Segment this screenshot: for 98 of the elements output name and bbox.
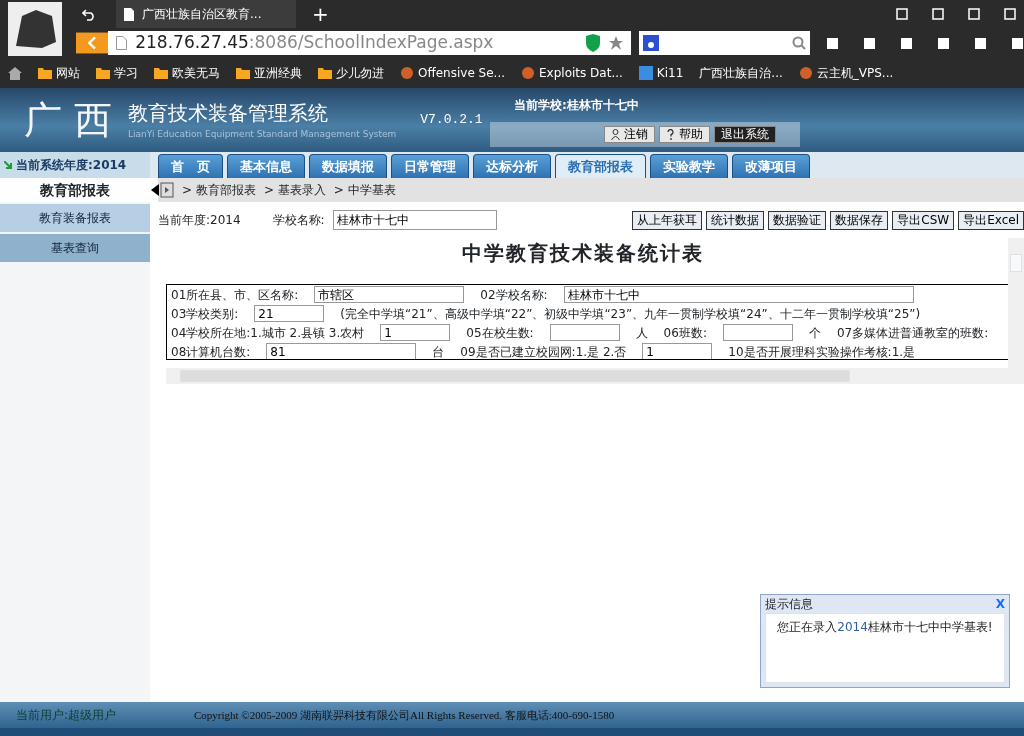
help-icon: [666, 129, 675, 140]
folder-icon: [318, 66, 332, 80]
home-icon[interactable]: [8, 66, 22, 80]
year-label: 当前年度:2014: [158, 212, 241, 229]
bookmark[interactable]: 亚洲经典: [236, 64, 302, 82]
form-label: 02学校名称:: [480, 286, 548, 304]
toolbar-button[interactable]: 从上年获耳: [632, 210, 703, 230]
bookmark[interactable]: 云主机_VPS...: [798, 64, 894, 82]
nav-tab[interactable]: 实验教学: [650, 153, 728, 178]
bookmark[interactable]: Offensive Se...: [400, 64, 506, 82]
school-label: 学校名称:: [272, 212, 325, 229]
input-field[interactable]: 1: [642, 343, 713, 359]
unit-label: 个: [808, 324, 821, 342]
unit-label: 台: [432, 343, 445, 359]
toolbar-button[interactable]: 统计数据: [706, 210, 765, 230]
nav-tab[interactable]: 数据填报: [309, 153, 387, 178]
ct-icon: [638, 66, 653, 80]
input-field[interactable]: [549, 324, 620, 341]
folder-icon: [236, 66, 250, 80]
bookmark[interactable]: Ki11: [638, 64, 684, 82]
nav-tab[interactable]: 日常管理: [391, 153, 469, 178]
nav-tab[interactable]: 教育部报表: [555, 153, 646, 178]
copyright-text: Copyright ©2005-2009 湖南联羿科技有限公司All Rights Reserved. 客服电话:400-690-1580: [192, 709, 616, 721]
form-label: 07多媒体进普通教室的班数:: [836, 324, 989, 342]
version-text: V7.0.2.1: [420, 111, 483, 130]
page-icon: [124, 7, 134, 21]
input-field[interactable]: 1: [380, 324, 451, 341]
nav-tab[interactable]: 基本信息: [227, 153, 305, 178]
nav-tab[interactable]: 首 页: [158, 153, 223, 178]
logout-button[interactable]: 注销: [604, 126, 655, 143]
form-label: 04学校所在地:1.城市 2.县镇 3.农村: [171, 324, 365, 342]
person-icon: [611, 129, 620, 140]
toolbar-button[interactable]: 导出CSW: [892, 210, 955, 230]
shield-icon: [584, 34, 601, 52]
breadcrumb-item[interactable]: > 教育部报表: [182, 181, 256, 199]
browser-tab[interactable]: 广西壮族自治区教育...: [116, 0, 296, 28]
site-icon: [400, 66, 414, 80]
paw-icon: [642, 35, 659, 51]
url-text: 218.76.27.45:8086/SchoolIndexPage.aspx: [135, 31, 495, 55]
bookmark[interactable]: 学习: [96, 64, 138, 82]
site-icon: [798, 66, 813, 80]
notice-message: 您正在录入2014桂林市十七中中学基表!: [765, 613, 1005, 683]
toolbar-button[interactable]: 导出Excel: [958, 210, 1024, 230]
folder-icon: [38, 66, 52, 80]
nav-tab[interactable]: 达标分析: [473, 153, 551, 178]
bookmark[interactable]: Exploits Dat...: [521, 64, 623, 82]
bookmark[interactable]: 广西壮族自治...: [699, 64, 783, 82]
exit-button[interactable]: 退出系统: [714, 126, 776, 143]
site-icon: [521, 66, 536, 80]
back-button[interactable]: [75, 32, 109, 54]
year-label: 当前系统年度:2014: [16, 157, 127, 174]
vertical-scrollbar[interactable]: [1008, 238, 1024, 368]
system-subtitle: LianYi Education Equipment Standard Management System: [128, 128, 397, 142]
close-button[interactable]: X: [995, 595, 1005, 613]
input-field[interactable]: 市辖区: [314, 286, 465, 303]
collapse-toggle-icon[interactable]: [150, 182, 174, 198]
form-label: 05在校生数:: [466, 324, 534, 342]
input-field[interactable]: 21: [254, 305, 325, 322]
form-label: 01所在县、市、区名称:: [171, 286, 299, 304]
address-bar[interactable]: 218.76.27.45:8086/SchoolIndexPage.aspx: [108, 31, 631, 55]
new-tab-button[interactable]: +: [312, 0, 329, 29]
input-field[interactable]: [722, 324, 793, 341]
form-title: 中学教育技术装备统计表: [461, 240, 705, 267]
bookmark[interactable]: 欧美无马: [154, 64, 220, 82]
current-school: 当前学校:桂林市十七中: [513, 97, 640, 114]
bookmark[interactable]: 少儿勿进: [318, 64, 384, 82]
bookmark[interactable]: 网站: [38, 64, 80, 82]
help-button[interactable]: 帮助: [659, 126, 710, 143]
sidebar-title: 教育部报表: [0, 178, 150, 202]
form-label: 08计算机台数:: [171, 343, 251, 359]
logo-text: 广 西: [24, 96, 113, 144]
toolbar-button[interactable]: 数据验证: [768, 210, 827, 230]
form-label: 09是否已建立校园网:1.是 2.否: [460, 343, 627, 359]
sidebar-item[interactable]: 教育装备报表: [0, 204, 150, 232]
current-user: 当前用户:超级用户: [15, 707, 117, 724]
breadcrumb-item[interactable]: > 中学基表: [333, 181, 396, 199]
search-icon[interactable]: [792, 36, 806, 50]
form-label: 06班数:: [663, 324, 707, 342]
breadcrumb-item[interactable]: > 基表录入: [263, 181, 326, 199]
input-field[interactable]: 81: [266, 343, 417, 359]
search-field[interactable]: [638, 31, 810, 55]
form-note: (完全中学填“21”、高级中学填“22”、初级中学填“23”、九年一贯制学校填“24”、十二年一贯制学校填“25”): [340, 305, 921, 323]
sidebar-item[interactable]: 基表查询: [0, 234, 150, 262]
folder-icon: [154, 66, 168, 80]
input-field[interactable]: 桂林市十七中: [563, 286, 914, 303]
nav-tab[interactable]: 改薄项目: [732, 153, 810, 178]
toolbar-button[interactable]: 数据保存: [830, 210, 889, 230]
notice-title: 提示信息: [765, 596, 813, 613]
page-icon: [116, 36, 128, 50]
undo-icon[interactable]: [82, 7, 96, 21]
unit-label: 人: [635, 324, 648, 342]
school-field[interactable]: 桂林市十七中: [332, 210, 497, 230]
folder-icon: [96, 66, 110, 80]
form-label: 03学校类别:: [171, 305, 239, 323]
system-title: 教育技术装备管理系统: [128, 100, 330, 128]
arrow-icon: [4, 161, 12, 169]
horizontal-scrollbar[interactable]: [166, 368, 1024, 384]
form-label: 10是否开展理科实验操作考核:1.是: [728, 343, 916, 359]
